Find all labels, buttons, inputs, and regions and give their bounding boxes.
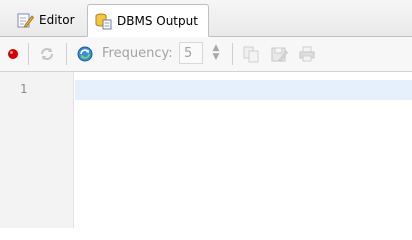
auto-refresh-icon[interactable] <box>76 45 94 63</box>
tab-dbms-output-label: DBMS Output <box>117 13 198 28</box>
current-line-highlight <box>75 80 412 100</box>
line-number-gutter: 1 <box>0 72 74 228</box>
toolbar-separator <box>232 43 233 65</box>
record-icon[interactable] <box>4 45 22 63</box>
copy-icon[interactable] <box>242 45 260 63</box>
frequency-label: Frequency: <box>102 46 173 61</box>
tab-bar: Editor DBMS Output <box>0 0 412 37</box>
chevron-down-icon[interactable]: ▼ <box>209 53 223 62</box>
line-number: 1 <box>20 82 28 96</box>
frequency-input[interactable] <box>179 42 203 64</box>
print-icon[interactable] <box>298 45 316 63</box>
frequency-spinner[interactable]: ▲ ▼ <box>209 44 223 64</box>
toolbar-separator <box>66 43 67 65</box>
dbms-output-icon <box>94 12 112 30</box>
output-editor[interactable]: 1 <box>0 72 412 228</box>
tab-dbms-output[interactable]: DBMS Output <box>87 4 209 37</box>
refresh-icon[interactable] <box>38 45 56 63</box>
edit-icon <box>16 11 35 29</box>
toolbar: Frequency: ▲ ▼ <box>0 37 412 72</box>
tab-editor[interactable]: Editor <box>10 4 85 36</box>
tab-editor-label: Editor <box>39 13 75 27</box>
toolbar-separator <box>28 43 29 65</box>
save-icon[interactable] <box>270 45 288 63</box>
